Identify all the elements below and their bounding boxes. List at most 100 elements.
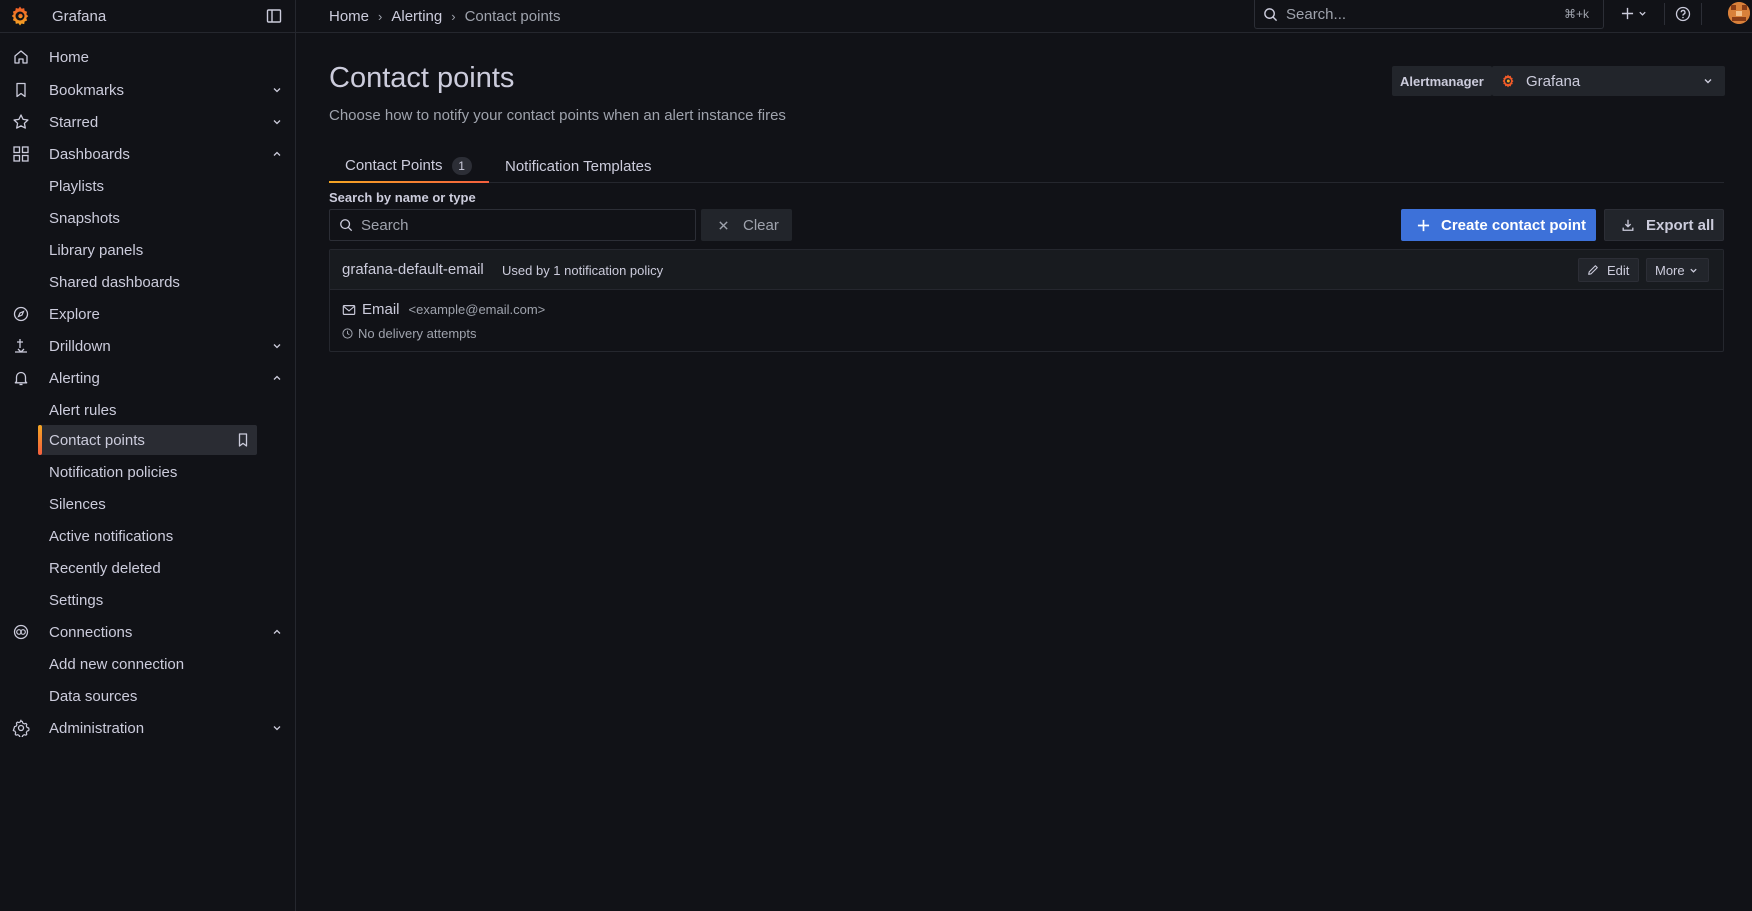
sidebar-item-recently-deleted[interactable]: Recently deleted bbox=[38, 553, 257, 583]
sidebar-item-alert-rules[interactable]: Alert rules bbox=[38, 395, 257, 425]
star-icon bbox=[13, 114, 29, 129]
sidebar-item-label: Shared dashboards bbox=[49, 273, 180, 291]
chevron-down-icon bbox=[1639, 11, 1646, 16]
divider bbox=[1701, 2, 1702, 25]
tab-contact-points[interactable]: Contact Points 1 bbox=[329, 150, 489, 183]
chevron-down-icon[interactable] bbox=[270, 721, 284, 735]
sidebar-toggle-icon bbox=[266, 8, 282, 23]
user-avatar[interactable] bbox=[1728, 2, 1750, 24]
sidebar-item-dashboards[interactable]: Dashboards bbox=[0, 139, 296, 169]
sidebar-item-label: Notification policies bbox=[49, 463, 178, 481]
app-name: Grafana bbox=[52, 7, 107, 25]
export-button-label: Export all bbox=[1646, 216, 1715, 234]
search-shortcut: ⌘+k bbox=[1563, 7, 1589, 21]
sidebar-item-home[interactable]: Home bbox=[0, 42, 296, 72]
chevron-down-icon[interactable] bbox=[270, 115, 284, 129]
sidebar-item-snapshots[interactable]: Snapshots bbox=[38, 203, 257, 233]
bell-icon bbox=[14, 371, 28, 386]
chevron-down-icon[interactable] bbox=[270, 339, 284, 353]
sidebar-item-label: Silences bbox=[49, 495, 106, 513]
chevron-up-icon[interactable] bbox=[270, 625, 284, 639]
search-label: Search by name or type bbox=[329, 190, 476, 205]
grafana-logo-icon bbox=[1502, 74, 1514, 88]
search-icon bbox=[1264, 7, 1278, 21]
chevron-up-icon[interactable] bbox=[270, 371, 284, 385]
home-icon bbox=[14, 50, 28, 64]
integration-type: Email bbox=[362, 301, 400, 318]
alertmanager-label: Alertmanager bbox=[1392, 66, 1492, 96]
clear-button[interactable]: Clear bbox=[701, 209, 792, 241]
sidebar-item-explore[interactable]: Explore bbox=[0, 299, 296, 329]
tab-notification-templates[interactable]: Notification Templates bbox=[505, 150, 651, 183]
sidebar-item-label: Library panels bbox=[49, 241, 144, 259]
sidebar-item-label: Contact points bbox=[49, 431, 145, 449]
plus-icon bbox=[1417, 219, 1430, 231]
sidebar-item-library-panels[interactable]: Library panels bbox=[38, 235, 257, 265]
chevron-down-icon bbox=[1704, 79, 1712, 84]
sidebar-item-label: Bookmarks bbox=[49, 81, 125, 99]
clock-icon bbox=[342, 328, 353, 339]
sidebar-item-active-notifications[interactable]: Active notifications bbox=[38, 521, 257, 551]
dashboards-icon bbox=[13, 146, 29, 162]
download-icon bbox=[1622, 219, 1634, 231]
delivery-status: No delivery attempts bbox=[342, 326, 477, 341]
sidebar-item-label: Active notifications bbox=[49, 527, 174, 545]
sidebar-item-silences[interactable]: Silences bbox=[38, 489, 257, 519]
sidebar-item-alerting[interactable]: Alerting bbox=[0, 363, 296, 393]
connections-icon bbox=[13, 624, 29, 640]
sidebar-nav: Home Bookmarks Starred Dashboards Playli… bbox=[0, 33, 296, 911]
grafana-logo-icon[interactable] bbox=[8, 4, 32, 28]
create-button-label: Create contact point bbox=[1441, 216, 1587, 234]
contact-point-card: grafana-default-email Used by 1 notifica… bbox=[329, 249, 1724, 352]
sidebar-item-data-sources[interactable]: Data sources bbox=[38, 681, 257, 711]
sidebar-item-shared-dashboards[interactable]: Shared dashboards bbox=[38, 267, 257, 297]
top-search-placeholder: Search... bbox=[1286, 5, 1347, 23]
sidebar-item-administration[interactable]: Administration bbox=[0, 713, 296, 743]
close-icon bbox=[719, 220, 728, 230]
sidebar-item-label: Starred bbox=[49, 113, 99, 131]
chevron-down-icon[interactable] bbox=[270, 83, 284, 97]
search-input[interactable] bbox=[361, 216, 681, 234]
tab-label: Contact Points bbox=[345, 157, 443, 174]
main-content: Contact points Choose how to notify your… bbox=[297, 33, 1752, 911]
new-button[interactable] bbox=[1614, 7, 1654, 20]
search-icon bbox=[340, 219, 353, 232]
create-contact-point-button[interactable]: Create contact point bbox=[1401, 209, 1596, 241]
sidebar-item-label: Home bbox=[49, 48, 90, 66]
sidebar-item-notification-policies[interactable]: Notification policies bbox=[38, 457, 257, 487]
sidebar-item-label: Recently deleted bbox=[49, 559, 161, 577]
contact-point-usage[interactable]: Used by 1 notification policy bbox=[502, 263, 663, 278]
sidebar-item-contact-points[interactable]: Contact points bbox=[38, 425, 257, 455]
tab-bar: Contact Points 1 Notification Templates bbox=[329, 150, 1724, 183]
top-search-bar[interactable]: Search... ⌘+k bbox=[1254, 0, 1604, 29]
help-icon[interactable] bbox=[1675, 6, 1691, 22]
search-field[interactable] bbox=[329, 209, 696, 241]
breadcrumb-home[interactable]: Home bbox=[329, 8, 369, 25]
drilldown-icon bbox=[15, 339, 27, 353]
alertmanager-select[interactable]: Grafana bbox=[1492, 66, 1725, 96]
delivery-status-text: No delivery attempts bbox=[358, 326, 477, 341]
sidebar-item-starred[interactable]: Starred bbox=[0, 107, 296, 137]
sidebar-item-playlists[interactable]: Playlists bbox=[38, 171, 257, 201]
dock-menu-button[interactable] bbox=[264, 6, 284, 26]
bookmark-icon[interactable] bbox=[235, 432, 251, 448]
sidebar-item-connections[interactable]: Connections bbox=[0, 617, 296, 647]
breadcrumb-separator: › bbox=[378, 8, 383, 24]
sidebar-item-settings[interactable]: Settings bbox=[38, 585, 257, 615]
edit-button[interactable]: Edit bbox=[1578, 258, 1639, 282]
contact-point-name: grafana-default-email bbox=[342, 261, 484, 278]
sidebar-item-add-new-connection[interactable]: Add new connection bbox=[38, 649, 257, 679]
sidebar-item-label: Explore bbox=[49, 305, 100, 323]
sidebar-item-label: Data sources bbox=[49, 687, 138, 705]
tab-label: Notification Templates bbox=[505, 158, 652, 175]
chevron-up-icon[interactable] bbox=[270, 147, 284, 161]
more-button[interactable]: More bbox=[1646, 258, 1709, 282]
sidebar-item-drilldown[interactable]: Drilldown bbox=[0, 331, 296, 361]
brand: Grafana bbox=[0, 0, 296, 33]
top-bar: Grafana Home › Alerting › Contact points… bbox=[0, 0, 1752, 33]
sidebar-item-label: Alerting bbox=[49, 369, 100, 387]
avatar-icon bbox=[1728, 2, 1750, 24]
export-all-button[interactable]: Export all bbox=[1604, 209, 1724, 241]
breadcrumb-alerting[interactable]: Alerting bbox=[391, 8, 442, 25]
sidebar-item-bookmarks[interactable]: Bookmarks bbox=[0, 75, 296, 105]
